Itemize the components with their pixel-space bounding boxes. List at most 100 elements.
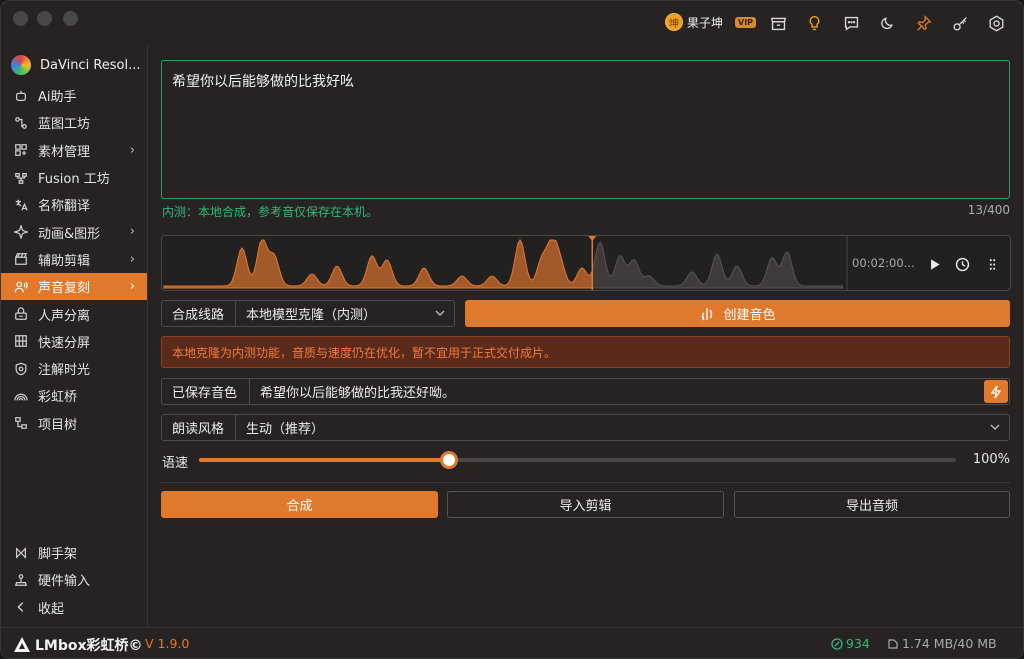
text-input-value: 希望你以后能够做的比我好吆 — [172, 74, 354, 90]
sidebar-item-collapse[interactable]: 收起 — [1, 594, 147, 621]
moon-icon[interactable] — [877, 13, 897, 33]
speed-slider[interactable] — [199, 451, 956, 469]
credits-value: 934 — [846, 636, 870, 651]
sidebar-item-label: 彩虹桥 — [38, 390, 78, 406]
chevron-right-icon: › — [129, 279, 135, 295]
storage-value: 1.74 MB/40 MB — [902, 636, 997, 651]
create-voice-button[interactable]: 创建音色 — [465, 300, 1010, 327]
playhead-handle — [588, 236, 597, 241]
synthesize-label: 合成 — [286, 499, 313, 514]
pin-icon[interactable] — [913, 13, 933, 33]
voice-wave-icon — [701, 307, 713, 320]
route-select-value: 本地模型克隆（内测） — [246, 308, 377, 323]
import-to-edit-button[interactable]: 导入剪辑 — [447, 491, 724, 518]
app-name: DaVinci Resol... — [40, 57, 141, 73]
sidebar-item-annotation[interactable]: 注解时光 — [1, 355, 147, 382]
version: V 1.9.0 — [145, 636, 190, 651]
separate-icon — [13, 306, 29, 322]
joystick-icon — [13, 572, 29, 588]
sidebar-item-split-screen[interactable]: 快速分屏 — [1, 328, 147, 355]
key-icon[interactable] — [950, 13, 970, 33]
sidebar-nav: Ai助手 蓝图工坊 素材管理 › Fusion 工坊 名称翻译 动画&图形 › … — [1, 82, 147, 437]
text-input[interactable]: 希望你以后能够做的比我好吆 — [161, 60, 1010, 199]
create-voice-label: 创建音色 — [723, 308, 776, 323]
route-label: 合成线路 — [161, 300, 236, 327]
sidebar-item-label: 名称翻译 — [38, 199, 91, 215]
sidebar-item-fusion[interactable]: Fusion 工坊 — [1, 164, 147, 191]
fusion-icon — [13, 170, 29, 186]
sidebar-item-blueprint[interactable]: 蓝图工坊 — [1, 109, 147, 136]
saved-voice-select[interactable]: 希望你以后能够做的比我还好呦。 — [249, 378, 1010, 405]
brand: LMbox彩虹桥© — [13, 635, 143, 655]
sidebar-item-edit-assist[interactable]: 辅助剪辑 › — [1, 246, 147, 273]
chevron-down-icon — [989, 421, 1001, 437]
sidebar-item-label: 注解时光 — [38, 363, 91, 379]
chevron-down-icon — [434, 307, 446, 323]
warning-banner: 本地克隆为内测功能，音质与速度仍在优化，暂不宜用于正式交付成片。 — [161, 336, 1010, 368]
history-icon[interactable] — [952, 254, 972, 274]
play-button[interactable] — [924, 254, 944, 274]
assets-icon — [13, 142, 29, 158]
sidebar-item-scaffold[interactable]: 脚手架 — [1, 539, 147, 566]
sidebar-item-assets[interactable]: 素材管理 › — [1, 137, 147, 164]
rainbow-icon — [13, 388, 29, 404]
clapper-icon — [13, 251, 29, 267]
lightbulb-icon[interactable] — [804, 13, 824, 33]
davinci-logo-icon — [9, 53, 33, 77]
sidebar-item-voice-clone[interactable]: 声音复刻 › — [1, 273, 147, 301]
user-name: 果子坤 — [687, 15, 724, 30]
reading-style-label: 朗读风格 — [161, 414, 236, 441]
avatar: 坤 — [665, 13, 683, 31]
minimize-window-button[interactable] — [37, 11, 52, 26]
user-account[interactable]: 坤 果子坤 VIP — [665, 13, 757, 31]
import-label: 导入剪辑 — [559, 499, 612, 514]
sidebar-item-rainbow-bridge[interactable]: 彩虹桥 — [1, 382, 147, 409]
export-audio-button[interactable]: 导出音频 — [734, 491, 1010, 518]
chevron-left-icon — [13, 599, 29, 615]
storage-usage: 1.74 MB/40 MB — [887, 636, 997, 651]
sidebar-item-animation[interactable]: 动画&图形 › — [1, 218, 147, 245]
quick-apply-button[interactable] — [984, 380, 1008, 403]
chevron-right-icon: › — [129, 224, 135, 240]
export-label: 导出音频 — [845, 499, 898, 514]
reading-style-value: 生动（推荐） — [246, 422, 325, 437]
sidebar: DaVinci Resol... Ai助手 蓝图工坊 素材管理 › Fusion… — [1, 45, 148, 627]
sidebar-item-label: 动画&图形 — [38, 226, 101, 242]
settings-icon[interactable] — [986, 13, 1006, 33]
coin-icon — [831, 637, 843, 650]
status-bar: LMbox彩虹桥© V 1.9.0 934 1.74 MB/40 MB — [1, 627, 1023, 658]
speed-label: 语速 — [162, 456, 189, 471]
close-window-button[interactable] — [13, 11, 28, 26]
speed-slider-fill — [199, 458, 449, 462]
saved-voice-label-text: 已保存音色 — [172, 386, 238, 401]
zoom-window-button[interactable] — [63, 11, 78, 26]
sidebar-item-label: 快速分屏 — [38, 335, 91, 351]
lmbox-logo-icon — [14, 637, 30, 652]
sidebar-item-hardware-input[interactable]: 硬件输入 — [1, 566, 147, 593]
message-icon[interactable] — [841, 13, 861, 33]
warning-text: 本地克隆为内测功能，音质与速度仍在优化，暂不宜用于正式交付成片。 — [172, 345, 557, 360]
speed-slider-handle[interactable] — [439, 451, 458, 469]
reading-style-select[interactable]: 生动（推荐） — [235, 414, 1010, 441]
route-select[interactable]: 本地模型克隆（内测） — [235, 300, 455, 327]
sidebar-item-vocal-separation[interactable]: 人声分离 — [1, 300, 147, 327]
sidebar-item-project-tree[interactable]: 项目树 — [1, 410, 147, 437]
titlebar: 坤 果子坤 VIP — [1, 1, 1023, 45]
waveform-played — [163, 238, 593, 289]
credits[interactable]: 934 — [831, 636, 870, 651]
translate-icon — [13, 197, 29, 213]
sidebar-bottom: 脚手架 硬件输入 收起 — [1, 539, 147, 621]
sidebar-item-label: 硬件输入 — [38, 574, 91, 590]
saved-voice-label: 已保存音色 — [161, 378, 250, 405]
sidebar-item-translate[interactable]: 名称翻译 — [1, 191, 147, 218]
app-selector[interactable]: DaVinci Resol... — [9, 53, 141, 77]
store-icon[interactable] — [768, 13, 788, 33]
playback-time: 00:02:00... — [852, 256, 915, 270]
lightning-icon — [990, 385, 1002, 398]
blueprint-icon — [13, 115, 29, 131]
sidebar-item-ai-assistant[interactable]: Ai助手 — [1, 82, 147, 109]
more-icon[interactable] — [982, 254, 1002, 274]
synthesize-button[interactable]: 合成 — [161, 491, 438, 518]
sidebar-item-label: Ai助手 — [38, 90, 77, 106]
sidebar-item-label: 声音复刻 — [38, 281, 91, 297]
